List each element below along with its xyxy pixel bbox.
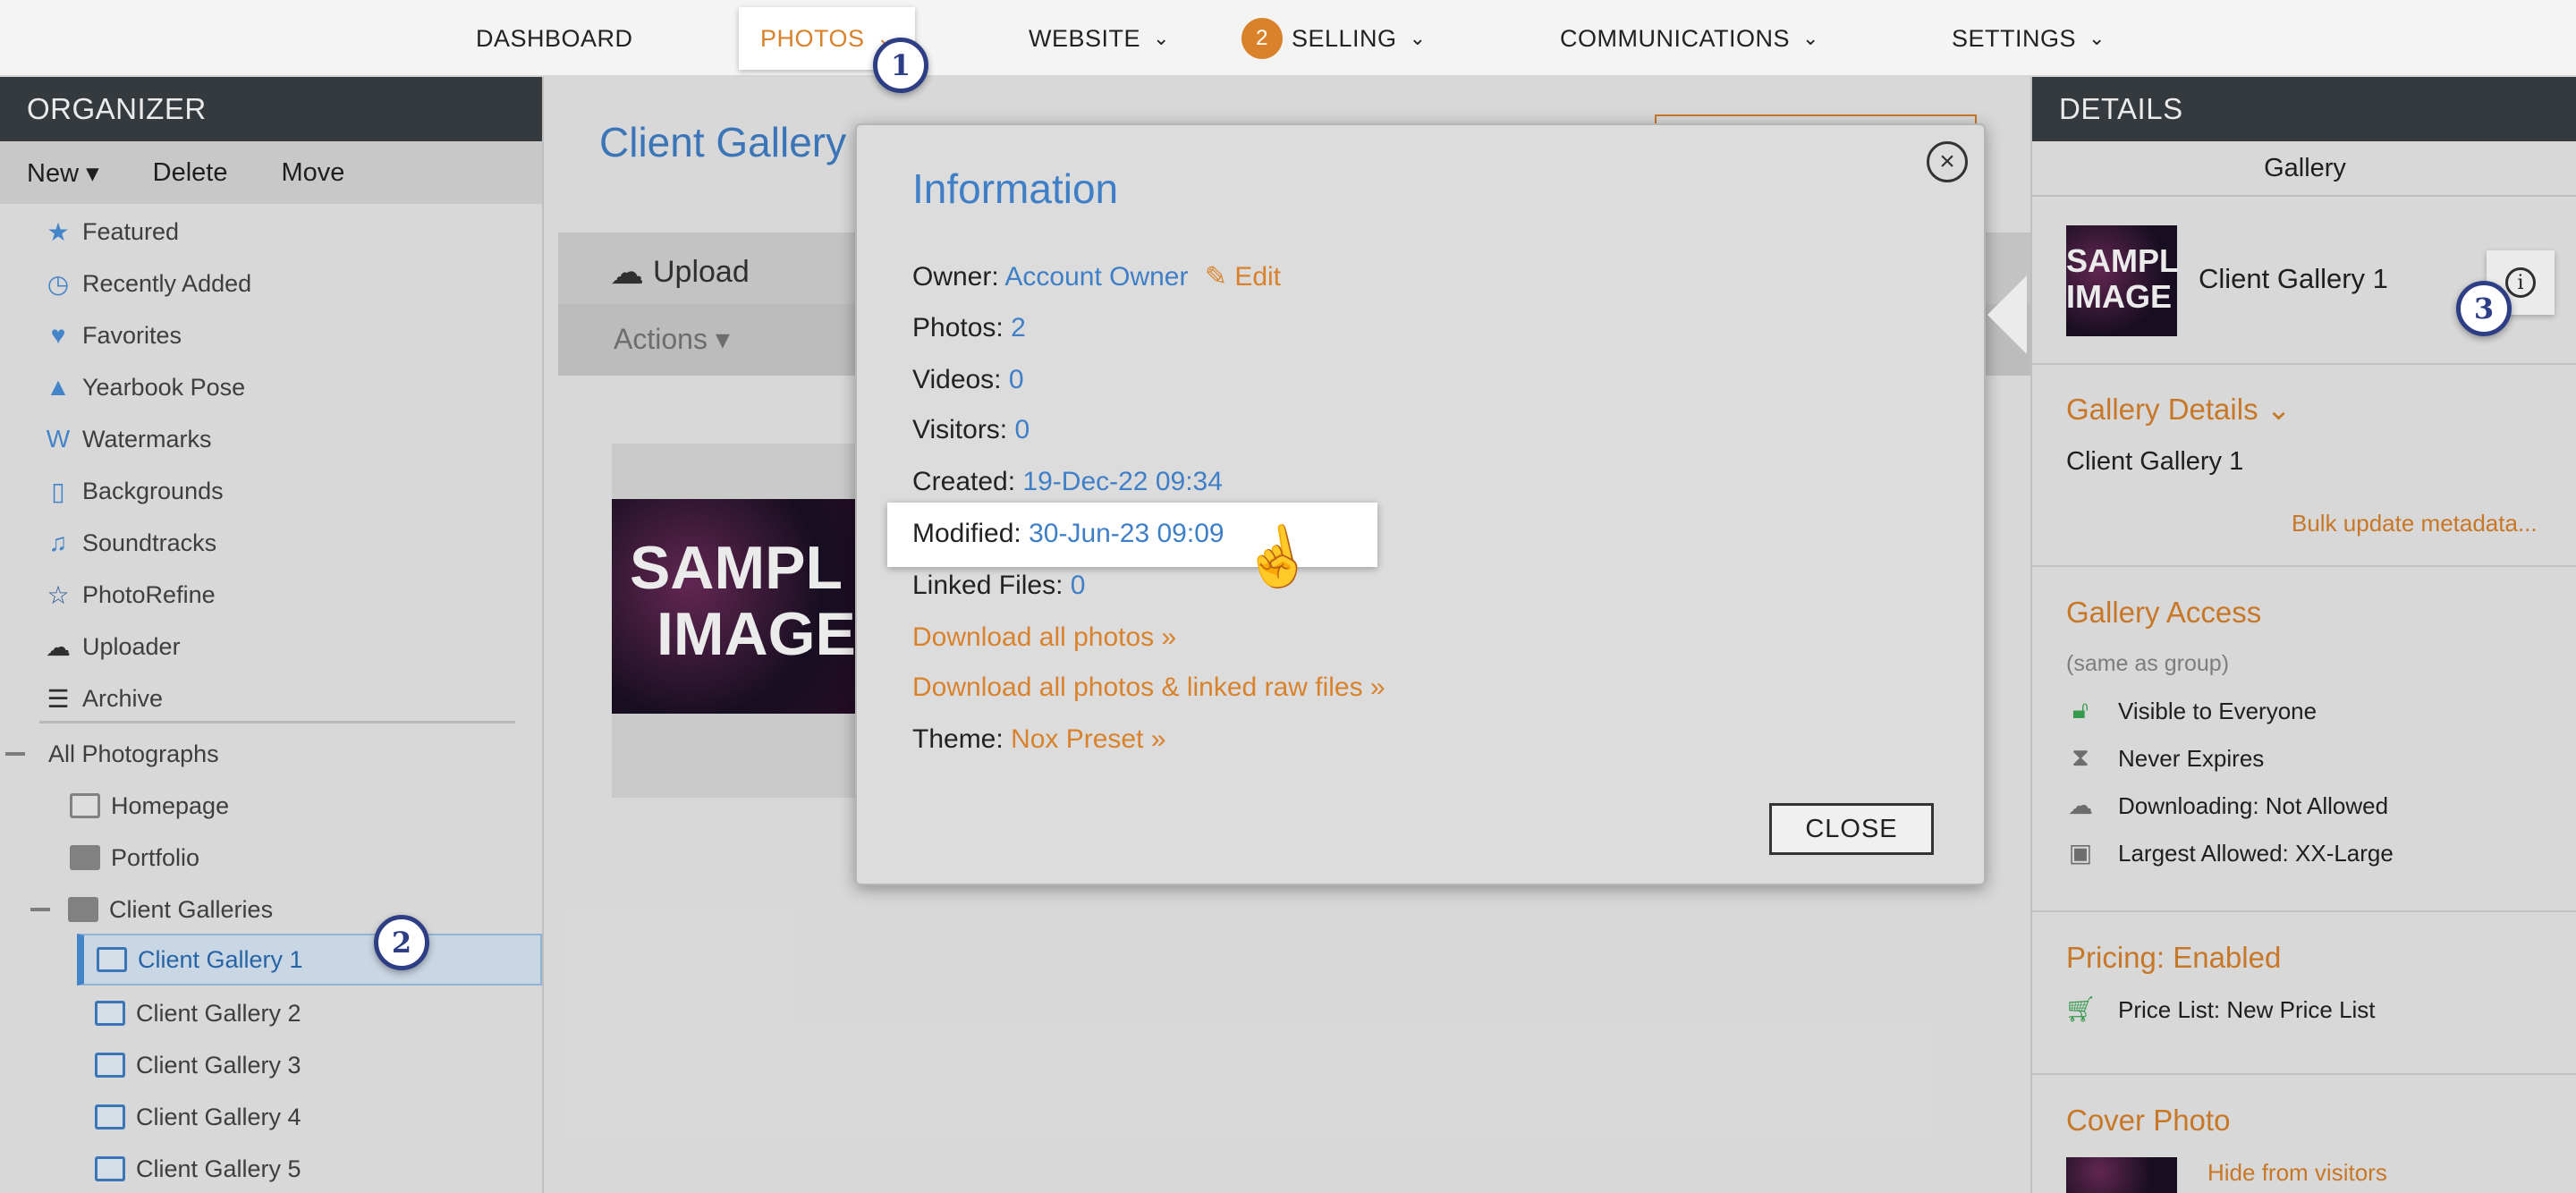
linked-files-value[interactable]: 0 — [1071, 571, 1086, 600]
created-row: Created: 19-Dec-22 09:34 — [912, 467, 1223, 497]
dialog-title: Information — [912, 165, 1119, 212]
chevron-down-icon: ⌄ — [2089, 27, 2106, 49]
videos-value[interactable]: 0 — [1009, 365, 1024, 394]
chevron-down-icon: ⌄ — [1802, 27, 1819, 49]
download-raw-label: Download all photos & linked raw files » — [912, 673, 1385, 702]
information-dialog: × Information Owner: Account Owner ✎ Edi… — [855, 123, 1986, 885]
edit-owner-button[interactable]: ✎ Edit — [1205, 262, 1281, 292]
close-icon[interactable]: × — [1927, 141, 1968, 182]
nav-communications-label: COMMUNICATIONS — [1560, 24, 1790, 52]
modified-label: Modified: — [912, 519, 1021, 548]
created-value: 19-Dec-22 09:34 — [1022, 467, 1223, 496]
download-all-label: Download all photos » — [912, 622, 1177, 652]
callout-3: 3 — [2456, 281, 2512, 336]
visitors-value[interactable]: 0 — [1015, 415, 1030, 444]
photos-label: Photos: — [912, 313, 1004, 343]
nav-communications[interactable]: COMMUNICATIONS ⌄ — [1560, 0, 1819, 77]
selling-count-badge: 2 — [1241, 18, 1283, 59]
owner-value[interactable]: Account Owner — [1004, 262, 1188, 292]
owner-label: Owner: — [912, 262, 999, 292]
theme-row: Theme: Nox Preset » — [912, 724, 1165, 755]
edit-label: Edit — [1234, 262, 1282, 292]
nav-selling[interactable]: 2 SELLING ⌄ — [1241, 0, 1427, 77]
callout-1: 1 — [873, 38, 928, 93]
nav-photos-label: PHOTOS — [760, 24, 865, 52]
theme-label: Theme: — [912, 724, 1004, 754]
linked-files-label: Linked Files: — [912, 571, 1063, 600]
details-pointer — [1987, 275, 2027, 354]
modified-value: 30-Jun-23 09:09 — [1029, 519, 1224, 548]
download-all-link[interactable]: Download all photos » — [912, 622, 1176, 653]
videos-label: Videos: — [912, 365, 1002, 394]
top-navigation: DASHBOARD PHOTOS ⌄ WEBSITE ⌄ 2 SELLING ⌄… — [0, 0, 2576, 77]
nav-dashboard[interactable]: DASHBOARD — [476, 0, 633, 77]
nav-website-label: WEBSITE — [1029, 24, 1141, 52]
nav-selling-label: SELLING — [1292, 24, 1397, 52]
owner-row: Owner: Account Owner ✎ Edit — [912, 261, 1281, 292]
close-button[interactable]: CLOSE — [1769, 803, 1934, 855]
pencil-icon: ✎ — [1204, 262, 1227, 292]
photos-value[interactable]: 2 — [1011, 313, 1026, 343]
linked-files-row: Linked Files: 0 — [912, 571, 1085, 601]
nav-settings[interactable]: SETTINGS ⌄ — [1952, 0, 2106, 77]
modified-row: Modified: 30-Jun-23 09:09 — [912, 519, 1224, 549]
nav-dashboard-label: DASHBOARD — [476, 24, 633, 52]
visitors-label: Visitors: — [912, 415, 1008, 444]
photos-row: Photos: 2 — [912, 313, 1026, 343]
theme-link[interactable]: Nox Preset » — [1011, 724, 1165, 754]
callout-2: 2 — [374, 915, 429, 970]
nav-website[interactable]: WEBSITE ⌄ — [1029, 0, 1170, 77]
download-raw-link[interactable]: Download all photos & linked raw files » — [912, 673, 1385, 703]
videos-row: Videos: 0 — [912, 365, 1024, 395]
chevron-down-icon: ⌄ — [1153, 27, 1170, 49]
created-label: Created: — [912, 467, 1016, 496]
chevron-down-icon: ⌄ — [1409, 27, 1427, 49]
nav-settings-label: SETTINGS — [1952, 24, 2077, 52]
visitors-row: Visitors: 0 — [912, 415, 1030, 445]
